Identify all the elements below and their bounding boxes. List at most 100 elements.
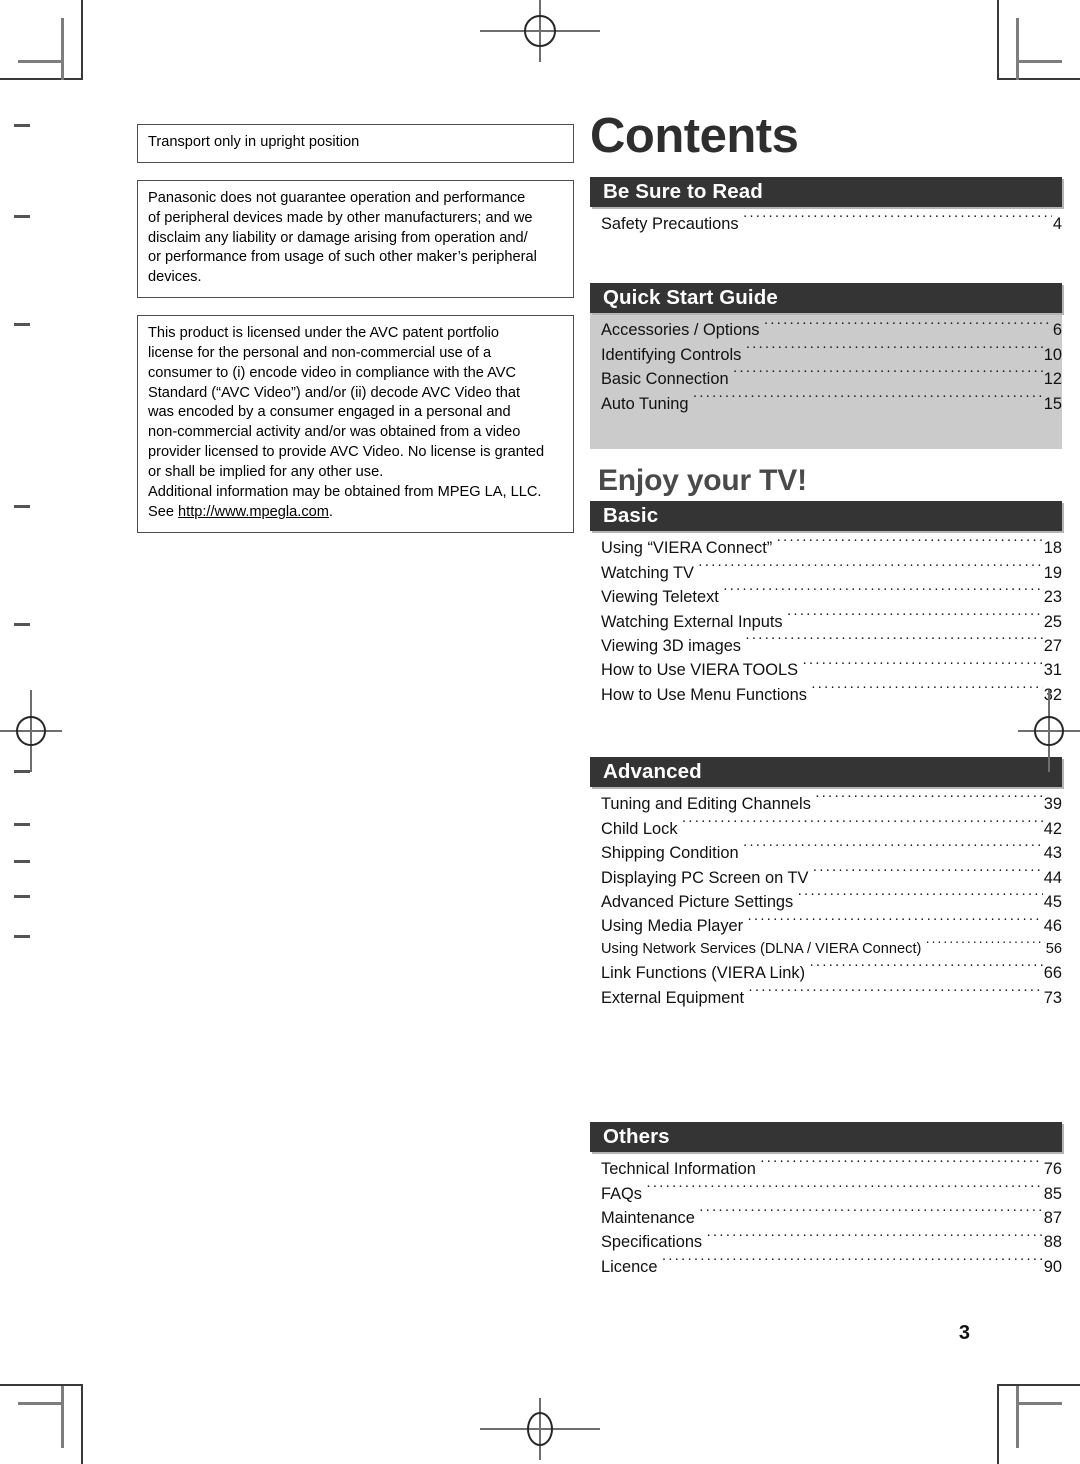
toc-entry[interactable]: Technical Information 76 — [590, 1157, 1062, 1181]
toc-entry-label: Safety Precautions — [601, 215, 739, 233]
toc-leader-dots — [760, 1158, 1043, 1174]
notice-line: See http://www.mpegla.com. — [148, 503, 333, 520]
toc-list-basic: Using “VIERA Connect” 18 Watching TV 19 View… — [590, 531, 1062, 707]
section-basic: Basic Using “VIERA Connect” 18 Watching TV 1… — [590, 501, 1062, 707]
toc-entry-label: Basic Connection — [601, 370, 729, 389]
notice-line: or performance from usage of such other … — [148, 249, 537, 266]
registration-mark-right — [1018, 690, 1080, 772]
toc-entry-page: 25 — [1043, 612, 1062, 631]
toc-entry[interactable]: Maintenance 87 — [590, 1206, 1062, 1230]
edge-tick — [14, 935, 30, 938]
toc-leader-dots — [646, 1182, 1043, 1198]
toc-entry[interactable]: External Equipment 73 — [590, 986, 1062, 1010]
section-header-quick-start-guide: Quick Start Guide — [590, 283, 1062, 314]
toc-leader-dots — [809, 962, 1043, 978]
notices-column: Transport only in upright position Panaso… — [137, 124, 574, 550]
edge-tick — [14, 623, 30, 626]
section-advanced: Advanced Tuning and Editing Channels 39 Chi… — [590, 757, 1062, 1010]
toc-entry[interactable]: Using Network Services (DLNA / VIERA Con… — [590, 939, 1062, 961]
notice-line: license for the personal and non-commerc… — [148, 344, 492, 361]
toc-entry-page: 27 — [1043, 636, 1062, 655]
notice-line: Standard (“AVC Video”) and/or (ii) decod… — [148, 384, 521, 401]
toc-leader-dots — [745, 343, 1042, 359]
toc-entry-page: 42 — [1043, 819, 1062, 838]
page-title: Contents — [590, 109, 799, 163]
toc-entry[interactable]: Tuning and Editing Channels 39 — [590, 792, 1062, 816]
edge-tick — [14, 215, 30, 218]
section-header-label: Be Sure to Read — [603, 180, 763, 203]
registration-mark-left — [0, 690, 62, 772]
notice-line: non-commercial activity and/or was obtai… — [148, 424, 521, 441]
contents-column: Contents Be Sure to Read Safety Precautio… — [590, 112, 1062, 1279]
toc-entry-page: 15 — [1043, 394, 1062, 413]
section-header-be-sure-to-read: Be Sure to Read — [590, 177, 1062, 207]
crop-mark-top-left — [0, 0, 140, 140]
notice-line: of peripheral devices made by other manu… — [148, 209, 533, 226]
toc-entry[interactable]: Link Functions (VIERA Link) 66 — [590, 961, 1062, 985]
toc-list-be-sure-to-read: Safety Precautions 4 — [590, 207, 1062, 236]
toc-entry[interactable]: Auto Tuning 15 — [590, 392, 1062, 416]
toc-entry[interactable]: FAQs 85 — [590, 1182, 1062, 1206]
toc-entry-page: 76 — [1043, 1160, 1062, 1179]
toc-entry-label: Using Media Player — [601, 917, 744, 936]
toc-entry-label: Accessories / Options — [601, 321, 760, 340]
toc-list-others: Technical Information 76 FAQs 85 Maintenance… — [590, 1152, 1062, 1279]
toc-leader-dots — [787, 610, 1043, 626]
toc-entry-label: Specifications — [601, 1233, 703, 1252]
crop-mark-bottom-left — [0, 1340, 140, 1464]
toc-entry-label: How to Use VIERA TOOLS — [601, 661, 799, 680]
toc-entry-page: 43 — [1043, 844, 1062, 863]
toc-entry[interactable]: Viewing 3D images 27 — [590, 634, 1062, 658]
toc-entry[interactable]: Specifications 88 — [590, 1230, 1062, 1254]
toc-entry-label: Tuning and Editing Channels — [601, 795, 811, 814]
page-number: 3 — [958, 1322, 970, 1344]
toc-entry-page: 88 — [1043, 1233, 1062, 1252]
toc-entry[interactable]: Using “VIERA Connect” 18 — [590, 536, 1062, 560]
notice-line: or shall be implied for any other use. — [148, 463, 384, 480]
toc-leader-dots — [797, 891, 1043, 907]
toc-entry[interactable]: Safety Precautions 4 — [590, 212, 1062, 236]
notice-line: Transport only in upright position — [148, 134, 360, 150]
toc-entry[interactable]: Watching TV 19 — [590, 561, 1062, 585]
toc-entry-label: Watching TV — [601, 563, 694, 582]
section-others: Others Technical Information 76 FAQs 85 Maint… — [590, 1122, 1062, 1279]
toc-entry[interactable]: Accessories / Options 6 — [590, 318, 1062, 342]
toc-entry-label: Maintenance — [601, 1208, 695, 1227]
transport-notice: Transport only in upright position — [137, 124, 574, 163]
toc-leader-dots — [764, 319, 1052, 335]
toc-entry[interactable]: Viewing Teletext 23 — [590, 585, 1062, 609]
edge-tick — [14, 505, 30, 508]
notice-line: This product is licensed under the AVC p… — [148, 325, 499, 342]
toc-entry-label: FAQs — [601, 1184, 642, 1203]
toc-entry[interactable]: How to Use VIERA TOOLS 31 — [590, 658, 1062, 682]
toc-entry[interactable]: Identifying Controls 10 — [590, 343, 1062, 367]
toc-entry[interactable]: Advanced Picture Settings 45 — [590, 890, 1062, 914]
toc-entry-label: External Equipment — [601, 988, 745, 1007]
toc-entry-label: Viewing Teletext — [601, 588, 719, 607]
toc-entry[interactable]: Displaying PC Screen on TV 44 — [590, 866, 1062, 890]
toc-entry-page: 44 — [1043, 868, 1062, 887]
toc-entry-label: How to Use Menu Functions — [601, 685, 807, 704]
toc-entry[interactable]: Child Lock 42 — [590, 817, 1062, 841]
mpegla-link[interactable]: http://www.mpegla.com — [178, 504, 329, 520]
toc-entry[interactable]: Shipping Condition 43 — [590, 841, 1062, 865]
toc-entry-page: 12 — [1043, 370, 1062, 389]
registration-mark-bottom — [480, 1398, 600, 1460]
toc-leader-dots — [706, 1231, 1043, 1247]
toc-leader-dots — [743, 213, 1052, 229]
toc-entry[interactable]: Watching External Inputs 25 — [590, 610, 1062, 634]
toc-entry[interactable]: Licence 90 — [590, 1255, 1062, 1279]
toc-leader-dots — [776, 537, 1043, 553]
toc-entry-label: Identifying Controls — [601, 345, 742, 364]
section-header-label: Others — [603, 1125, 670, 1149]
toc-entry[interactable]: How to Use Menu Functions32 — [590, 683, 1062, 707]
avc-licence-notice: This product is licensed under the AVC p… — [137, 315, 574, 533]
toc-entry[interactable]: Using Media Player 46 — [590, 914, 1062, 938]
toc-leader-dots — [723, 586, 1043, 602]
section-header-label: Basic — [603, 504, 659, 528]
registration-mark-top — [480, 0, 600, 62]
toc-entry[interactable]: Basic Connection 12 — [590, 367, 1062, 391]
